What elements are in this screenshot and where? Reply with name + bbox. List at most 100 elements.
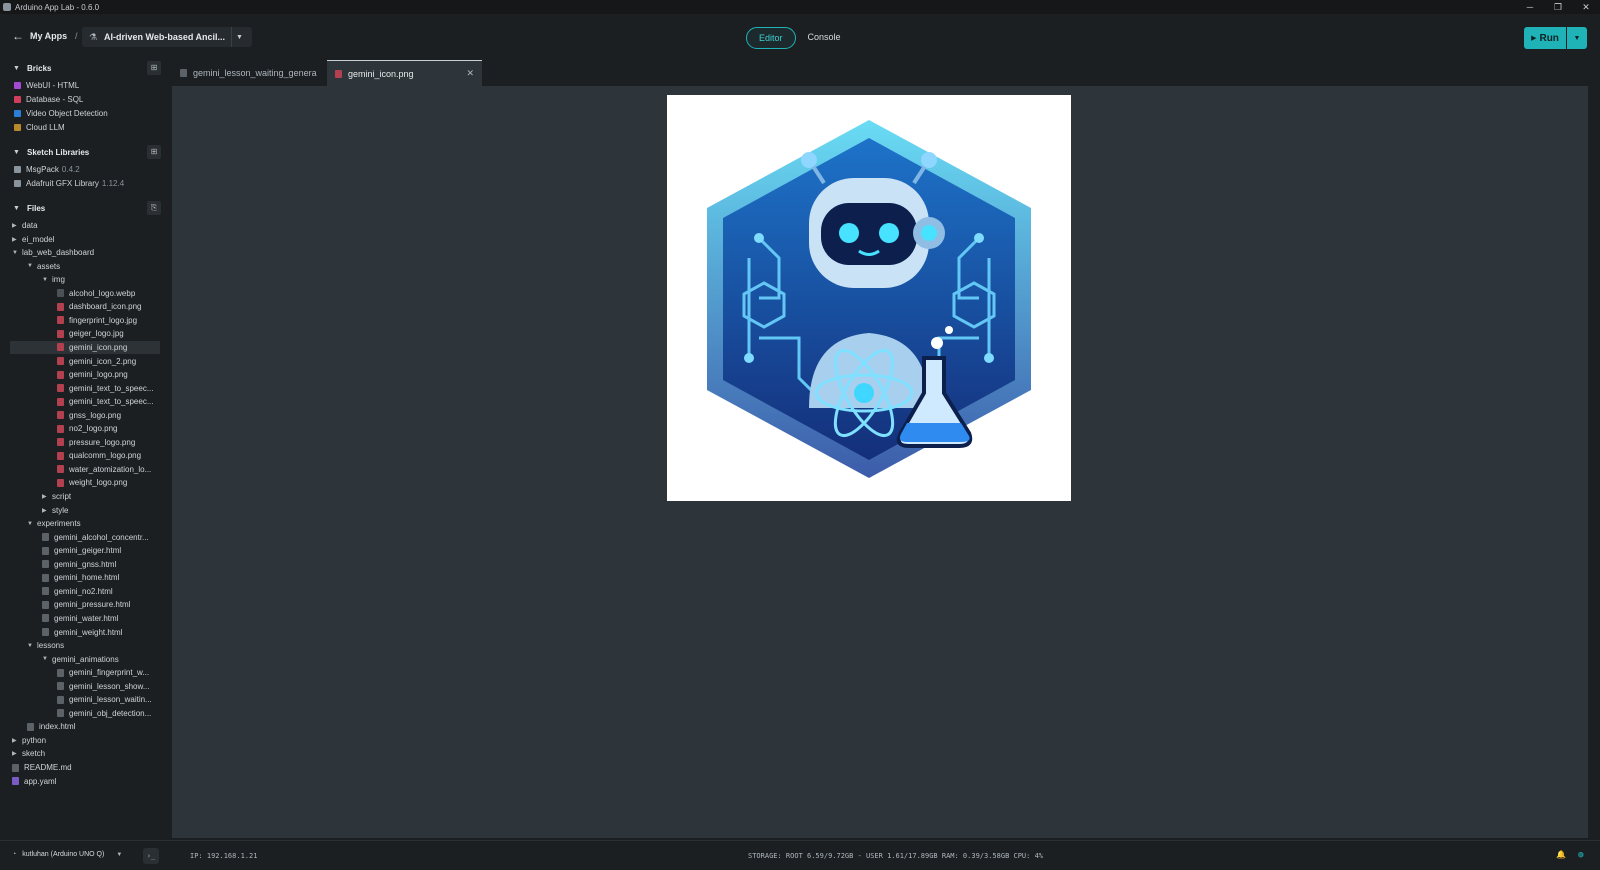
file-item[interactable]: water_atomization_lo... xyxy=(57,463,151,476)
file-item[interactable]: gemini_icon.png xyxy=(10,340,160,354)
tab-gemini-lesson-waiting[interactable]: gemini_lesson_waiting_genera xyxy=(172,60,327,86)
tree-label: script xyxy=(52,492,72,501)
app-selector[interactable]: ⚗ AI-driven Web-based Ancil... ▼ xyxy=(82,27,252,47)
back-arrow-icon[interactable]: ← xyxy=(12,29,24,43)
file-item[interactable]: gemini_icon_2.png xyxy=(57,355,136,368)
file-item[interactable]: gemini_lesson_waitin... xyxy=(57,693,152,706)
new-file-button[interactable]: ⎘ xyxy=(147,201,161,215)
folder-item[interactable]: ▼ lessons xyxy=(27,639,64,652)
file-item[interactable]: gemini_geiger.html xyxy=(42,544,121,557)
robot-science-icon xyxy=(707,120,1031,478)
terminal-button[interactable]: ›_ xyxy=(143,848,159,864)
file-item[interactable]: fingerprint_logo.jpg xyxy=(57,314,137,327)
tree-label: gemini_home.html xyxy=(54,573,120,583)
folder-item[interactable]: ▼ img xyxy=(42,273,65,286)
app-logo-icon xyxy=(3,3,11,11)
close-window-button[interactable]: ✕ xyxy=(1572,0,1600,14)
tree-label: qualcomm_logo.png xyxy=(69,451,142,461)
file-item[interactable]: gemini_water.html xyxy=(42,612,118,625)
file-item[interactable]: gemini_lesson_show... xyxy=(57,680,150,693)
window-titlebar: Arduino App Lab - 0.6.0 ─ ❐ ✕ xyxy=(0,0,1600,14)
tree-label: gemini_gnss.html xyxy=(54,559,117,569)
image-file-icon xyxy=(335,69,342,78)
board-selector[interactable]: ◔ kutluhan (Arduino UNO Q) ▼ xyxy=(12,851,122,858)
file-item[interactable]: pressure_logo.png xyxy=(57,436,135,449)
sidebar: ▼ Bricks ⊞ WebUI - HTML Database - SQL Vid… xyxy=(0,60,170,840)
brick-icon xyxy=(14,110,21,117)
folder-item[interactable]: ▶ data xyxy=(12,219,38,232)
minimize-button[interactable]: ─ xyxy=(1516,0,1544,14)
bricks-section-header[interactable]: ▼ Bricks ⊞ xyxy=(0,60,170,76)
tab-editor[interactable]: Editor xyxy=(746,27,796,49)
file-item[interactable]: geiger_logo.jpg xyxy=(57,327,124,340)
tab-console[interactable]: Console xyxy=(796,27,853,49)
globe-icon[interactable]: ◍ xyxy=(1578,850,1583,860)
file-item[interactable]: gemini_alcohol_concentr... xyxy=(42,531,149,544)
restore-button[interactable]: ❐ xyxy=(1544,0,1572,14)
file-item[interactable]: qualcomm_logo.png xyxy=(57,449,141,462)
file-item[interactable]: gemini_home.html xyxy=(42,571,119,584)
tree-label: assets xyxy=(37,261,61,271)
folder-item[interactable]: ▶ style xyxy=(42,504,68,517)
file-item[interactable]: gemini_logo.png xyxy=(57,368,128,381)
file-item[interactable]: gemini_gnss.html xyxy=(42,558,116,571)
folder-item[interactable]: ▶ python xyxy=(12,734,46,747)
brick-item[interactable]: WebUI - HTML xyxy=(14,79,79,92)
file-item[interactable]: gemini_fingerprint_w... xyxy=(57,666,149,679)
library-item[interactable]: MsgPack 0.4.2 xyxy=(14,163,80,176)
tab-gemini-icon[interactable]: gemini_icon.png ✕ xyxy=(327,60,482,86)
folder-item[interactable]: ▼ gemini_animations xyxy=(42,653,119,666)
tree-label: lessons xyxy=(37,641,65,651)
file-item[interactable]: no2_logo.png xyxy=(57,422,118,435)
folder-item[interactable]: ▶ sketch xyxy=(12,747,45,760)
image-file-icon xyxy=(57,357,64,365)
run-button[interactable]: ▶ Run xyxy=(1524,27,1566,49)
file-item[interactable]: weight_logo.png xyxy=(57,476,127,489)
run-label: Run xyxy=(1539,32,1559,44)
file-item[interactable]: gemini_no2.html xyxy=(42,585,113,598)
tree-label: gemini_text_to_speec... xyxy=(69,383,154,393)
add-library-button[interactable]: ⊞ xyxy=(147,145,161,159)
folder-item[interactable]: ▶ ei_model xyxy=(12,233,54,246)
library-item[interactable]: Adafruit GFX Library 1.12.4 xyxy=(14,177,124,190)
libraries-section-header[interactable]: ▼ Sketch Libraries ⊞ xyxy=(0,144,170,160)
tree-label: gemini_water.html xyxy=(54,613,119,623)
file-item[interactable]: gemini_text_to_speec... xyxy=(57,382,154,395)
file-item[interactable]: index.html xyxy=(27,720,75,733)
run-options-button[interactable]: ▼ xyxy=(1567,27,1587,49)
chevron-right-icon: ▶ xyxy=(42,494,47,500)
md-file-icon xyxy=(12,763,19,772)
file-item[interactable]: README.md xyxy=(12,761,72,774)
brick-item[interactable]: Video Object Detection xyxy=(14,107,108,120)
bell-icon[interactable]: 🔔 xyxy=(1556,850,1566,859)
close-icon[interactable]: ✕ xyxy=(466,68,474,79)
file-item[interactable]: app.yaml xyxy=(12,775,56,788)
book-icon xyxy=(14,180,21,187)
image-file-icon xyxy=(57,329,64,338)
add-brick-button[interactable]: ⊞ xyxy=(147,61,161,75)
brick-item[interactable]: Database - SQL xyxy=(14,93,83,106)
file-item[interactable]: gemini_pressure.html xyxy=(42,598,130,611)
file-item[interactable]: gemini_obj_detection... xyxy=(57,707,151,720)
folder-item[interactable]: ▶ script xyxy=(42,490,71,503)
file-item[interactable]: gemini_text_to_speec... xyxy=(57,395,154,408)
library-version: 0.4.2 xyxy=(61,165,80,174)
file-item[interactable]: alcohol_logo.webp xyxy=(57,287,135,300)
my-apps-link[interactable]: My Apps xyxy=(30,31,67,41)
file-item[interactable]: gemini_weight.html xyxy=(42,626,122,639)
app-dropdown-button[interactable]: ▼ xyxy=(231,27,247,47)
breadcrumb-separator: / xyxy=(75,31,78,41)
image-file-icon xyxy=(57,343,64,352)
chevron-down-icon: ▼ xyxy=(13,148,20,156)
file-item[interactable]: gnss_logo.png xyxy=(57,409,121,422)
brick-item[interactable]: Cloud LLM xyxy=(14,121,65,134)
folder-item[interactable]: ▼ assets xyxy=(27,260,60,273)
tree-label: gemini_obj_detection... xyxy=(69,708,152,718)
file-item[interactable]: dashboard_icon.png xyxy=(57,300,142,313)
chevron-down-icon: ▼ xyxy=(13,204,20,212)
folder-item[interactable]: ▼ experiments xyxy=(27,517,81,530)
image-file-icon xyxy=(57,478,64,487)
files-section-header[interactable]: ▼ Files ⎘ xyxy=(0,200,170,216)
bricks-title: Bricks xyxy=(27,63,52,73)
folder-item[interactable]: ▼ lab_web_dashboard xyxy=(12,246,94,259)
